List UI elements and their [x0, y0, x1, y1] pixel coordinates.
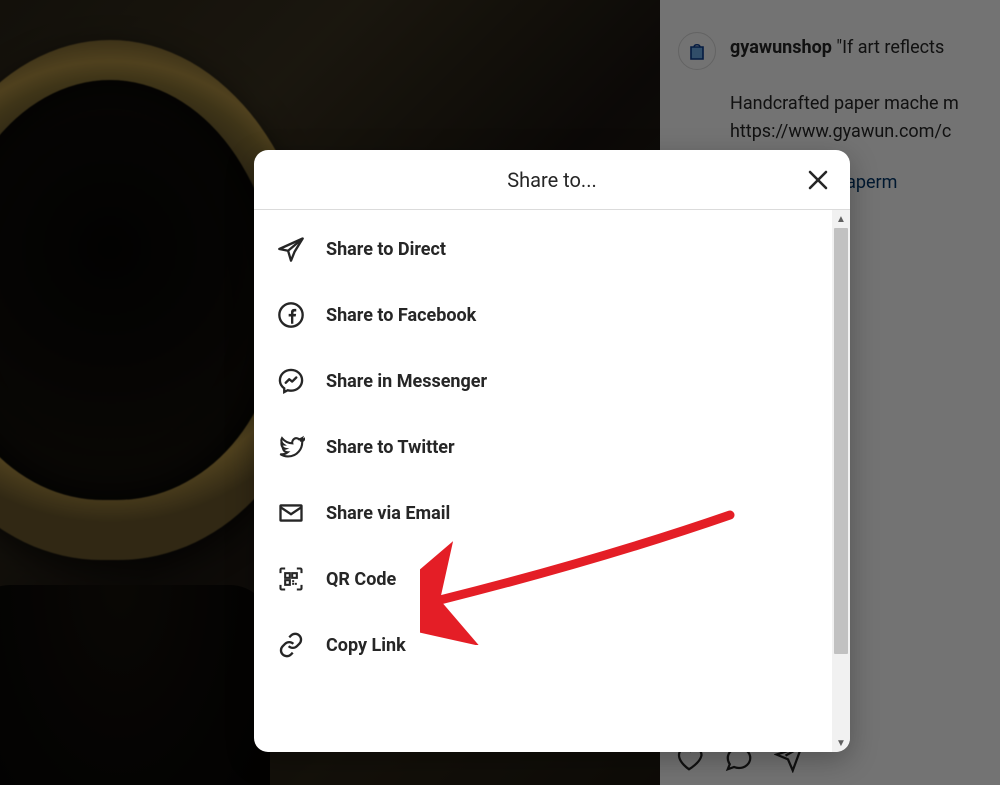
messenger-icon [276, 366, 306, 396]
share-option-direct[interactable]: Share to Direct [254, 216, 832, 282]
qr-icon [276, 564, 306, 594]
share-option-label: QR Code [326, 569, 396, 590]
share-option-qr[interactable]: QR Code [254, 546, 832, 612]
scrollbar[interactable]: ▲ ▼ [832, 210, 850, 752]
share-option-twitter[interactable]: Share to Twitter [254, 414, 832, 480]
share-option-label: Copy Link [326, 635, 406, 656]
share-options-list: Share to Direct Share to Facebook [254, 210, 832, 752]
share-option-label: Share in Messenger [326, 371, 487, 392]
facebook-icon [276, 300, 306, 330]
share-option-label: Share to Facebook [326, 305, 476, 326]
close-icon [806, 168, 830, 192]
email-icon [276, 498, 306, 528]
scroll-down-button[interactable]: ▼ [832, 734, 850, 752]
share-modal-title: Share to... [507, 168, 597, 192]
send-icon [276, 234, 306, 264]
share-option-copy-link[interactable]: Copy Link [254, 612, 832, 678]
scrollbar-thumb[interactable] [834, 228, 848, 654]
scroll-up-button[interactable]: ▲ [832, 210, 850, 228]
share-option-label: Share to Direct [326, 239, 446, 260]
share-modal-header: Share to... [254, 150, 850, 210]
share-option-email[interactable]: Share via Email [254, 480, 832, 546]
share-option-messenger[interactable]: Share in Messenger [254, 348, 832, 414]
share-option-label: Share to Twitter [326, 437, 455, 458]
share-option-facebook[interactable]: Share to Facebook [254, 282, 832, 348]
share-modal: Share to... Share to Direct [254, 150, 850, 752]
twitter-icon [276, 432, 306, 462]
link-icon [276, 630, 306, 660]
share-option-label: Share via Email [326, 503, 450, 524]
close-button[interactable] [798, 160, 838, 200]
share-modal-body: Share to Direct Share to Facebook [254, 210, 850, 752]
